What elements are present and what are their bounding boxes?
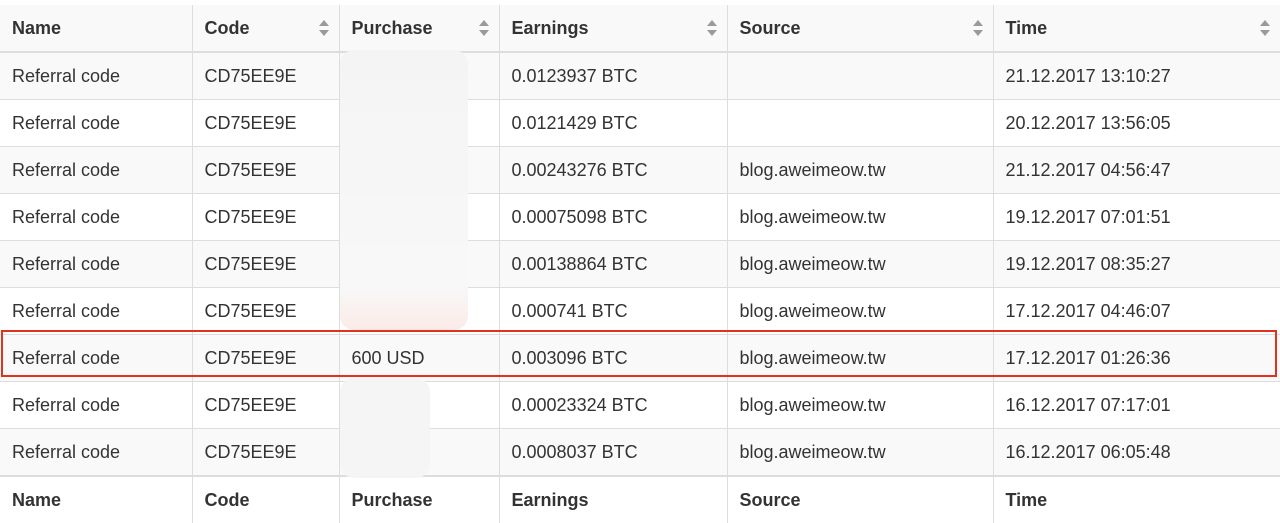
cell-purchase bbox=[339, 428, 500, 476]
column-header-label: Purchase bbox=[351, 17, 433, 38]
column-footer-source: Source bbox=[727, 475, 994, 523]
table-row: Referral code CD75EE9E 0.0121429 BTC 20.… bbox=[0, 99, 1280, 147]
sort-icon[interactable] bbox=[1260, 20, 1270, 36]
cell-earnings: 0.00075098 BTC bbox=[499, 193, 728, 241]
column-header-label: Time bbox=[1005, 17, 1048, 38]
column-footer-purchase: Purchase bbox=[339, 475, 500, 523]
header-row: Name Code Purchase Earnings Source Time bbox=[0, 5, 1280, 53]
sort-icon[interactable] bbox=[318, 20, 329, 36]
column-footer-earnings: Earnings bbox=[499, 475, 728, 523]
table-row: Referral code CD75EE9E 0.00023324 BTC bl… bbox=[0, 381, 1280, 429]
cell-purchase bbox=[339, 240, 500, 288]
cell-earnings: 0.0008037 BTC bbox=[499, 428, 728, 476]
column-header-label: Earnings bbox=[511, 17, 589, 38]
cell-name: Referral code bbox=[0, 287, 193, 335]
cell-earnings: 0.0123937 BTC bbox=[499, 51, 728, 100]
table-row-highlighted: Referral code CD75EE9E 600 USD 0.003096 … bbox=[0, 334, 1280, 382]
referral-earnings-table: Name Code Purchase Earnings Source Time … bbox=[0, 5, 1280, 523]
cell-code: CD75EE9E bbox=[192, 428, 340, 476]
table-row: Referral code CD75EE9E 0.0123937 BTC 21.… bbox=[0, 51, 1280, 100]
cell-name: Referral code bbox=[0, 146, 193, 194]
cell-name: Referral code bbox=[0, 193, 193, 241]
cell-code: CD75EE9E bbox=[192, 193, 340, 241]
cell-purchase: 600 USD bbox=[339, 334, 500, 382]
footer-row: Name Code Purchase Earnings Source Time bbox=[0, 475, 1280, 523]
cell-earnings: 0.00138864 BTC bbox=[499, 240, 728, 288]
table-row: Referral code CD75EE9E 0.00243276 BTC bl… bbox=[0, 146, 1280, 194]
referral-earnings-table-wrapper: Name Code Purchase Earnings Source Time … bbox=[0, 5, 1280, 523]
column-header-label: Source bbox=[739, 17, 801, 38]
cell-source: blog.aweimeow.tw bbox=[727, 334, 994, 382]
table-row: Referral code CD75EE9E 0.00075098 BTC bl… bbox=[0, 193, 1280, 241]
cell-code: CD75EE9E bbox=[192, 99, 340, 147]
cell-time: 19.12.2017 08:35:27 bbox=[993, 240, 1280, 288]
cell-code: CD75EE9E bbox=[192, 240, 340, 288]
cell-earnings: 0.0121429 BTC bbox=[499, 99, 728, 147]
cell-code: CD75EE9E bbox=[192, 287, 340, 335]
table-body: Referral code CD75EE9E 0.0123937 BTC 21.… bbox=[0, 51, 1280, 476]
cell-name: Referral code bbox=[0, 334, 193, 382]
cell-name: Referral code bbox=[0, 381, 193, 429]
column-header-code[interactable]: Code bbox=[192, 5, 340, 53]
sort-icon[interactable] bbox=[478, 20, 489, 36]
cell-time: 16.12.2017 07:17:01 bbox=[993, 381, 1280, 429]
cell-earnings: 0.00243276 BTC bbox=[499, 146, 728, 194]
cell-source bbox=[727, 99, 994, 147]
cell-time: 17.12.2017 04:46:07 bbox=[993, 287, 1280, 335]
cell-source: blog.aweimeow.tw bbox=[727, 146, 994, 194]
cell-purchase bbox=[339, 99, 500, 147]
table-row: Referral code CD75EE9E 0.000741 BTC blog… bbox=[0, 287, 1280, 335]
cell-time: 17.12.2017 01:26:36 bbox=[993, 334, 1280, 382]
column-footer-code: Code bbox=[192, 475, 340, 523]
cell-earnings: 0.00023324 BTC bbox=[499, 381, 728, 429]
table-row: Referral code CD75EE9E 0.0008037 BTC blo… bbox=[0, 428, 1280, 476]
column-header-purchase[interactable]: Purchase bbox=[339, 5, 500, 53]
column-header-earnings[interactable]: Earnings bbox=[499, 5, 728, 53]
cell-name: Referral code bbox=[0, 51, 193, 100]
cell-name: Referral code bbox=[0, 240, 193, 288]
cell-earnings: 0.000741 BTC bbox=[499, 287, 728, 335]
cell-source: blog.aweimeow.tw bbox=[727, 193, 994, 241]
column-header-label: Name bbox=[12, 17, 62, 38]
cell-earnings: 0.003096 BTC bbox=[499, 334, 728, 382]
cell-purchase bbox=[339, 51, 500, 100]
cell-source: blog.aweimeow.tw bbox=[727, 287, 994, 335]
cell-code: CD75EE9E bbox=[192, 381, 340, 429]
cell-time: 20.12.2017 13:56:05 bbox=[993, 99, 1280, 147]
table-row: Referral code CD75EE9E 0.00138864 BTC bl… bbox=[0, 240, 1280, 288]
cell-purchase bbox=[339, 146, 500, 194]
cell-source: blog.aweimeow.tw bbox=[727, 240, 994, 288]
cell-name: Referral code bbox=[0, 428, 193, 476]
cell-time: 19.12.2017 07:01:51 bbox=[993, 193, 1280, 241]
column-header-label: Code bbox=[204, 17, 250, 38]
sort-icon[interactable] bbox=[972, 20, 983, 36]
cell-time: 21.12.2017 13:10:27 bbox=[993, 51, 1280, 100]
column-footer-time: Time bbox=[993, 475, 1280, 523]
cell-code: CD75EE9E bbox=[192, 334, 340, 382]
column-header-time[interactable]: Time bbox=[993, 5, 1280, 53]
cell-name: Referral code bbox=[0, 99, 193, 147]
cell-source: blog.aweimeow.tw bbox=[727, 381, 994, 429]
column-header-name[interactable]: Name bbox=[0, 5, 193, 53]
cell-code: CD75EE9E bbox=[192, 51, 340, 100]
cell-code: CD75EE9E bbox=[192, 146, 340, 194]
column-header-source[interactable]: Source bbox=[727, 5, 994, 53]
cell-source: blog.aweimeow.tw bbox=[727, 428, 994, 476]
cell-purchase bbox=[339, 287, 500, 335]
sort-icon[interactable] bbox=[706, 20, 717, 36]
cell-purchase bbox=[339, 381, 500, 429]
cell-source bbox=[727, 51, 994, 100]
cell-time: 21.12.2017 04:56:47 bbox=[993, 146, 1280, 194]
column-footer-name: Name bbox=[0, 475, 193, 523]
cell-time: 16.12.2017 06:05:48 bbox=[993, 428, 1280, 476]
cell-purchase bbox=[339, 193, 500, 241]
